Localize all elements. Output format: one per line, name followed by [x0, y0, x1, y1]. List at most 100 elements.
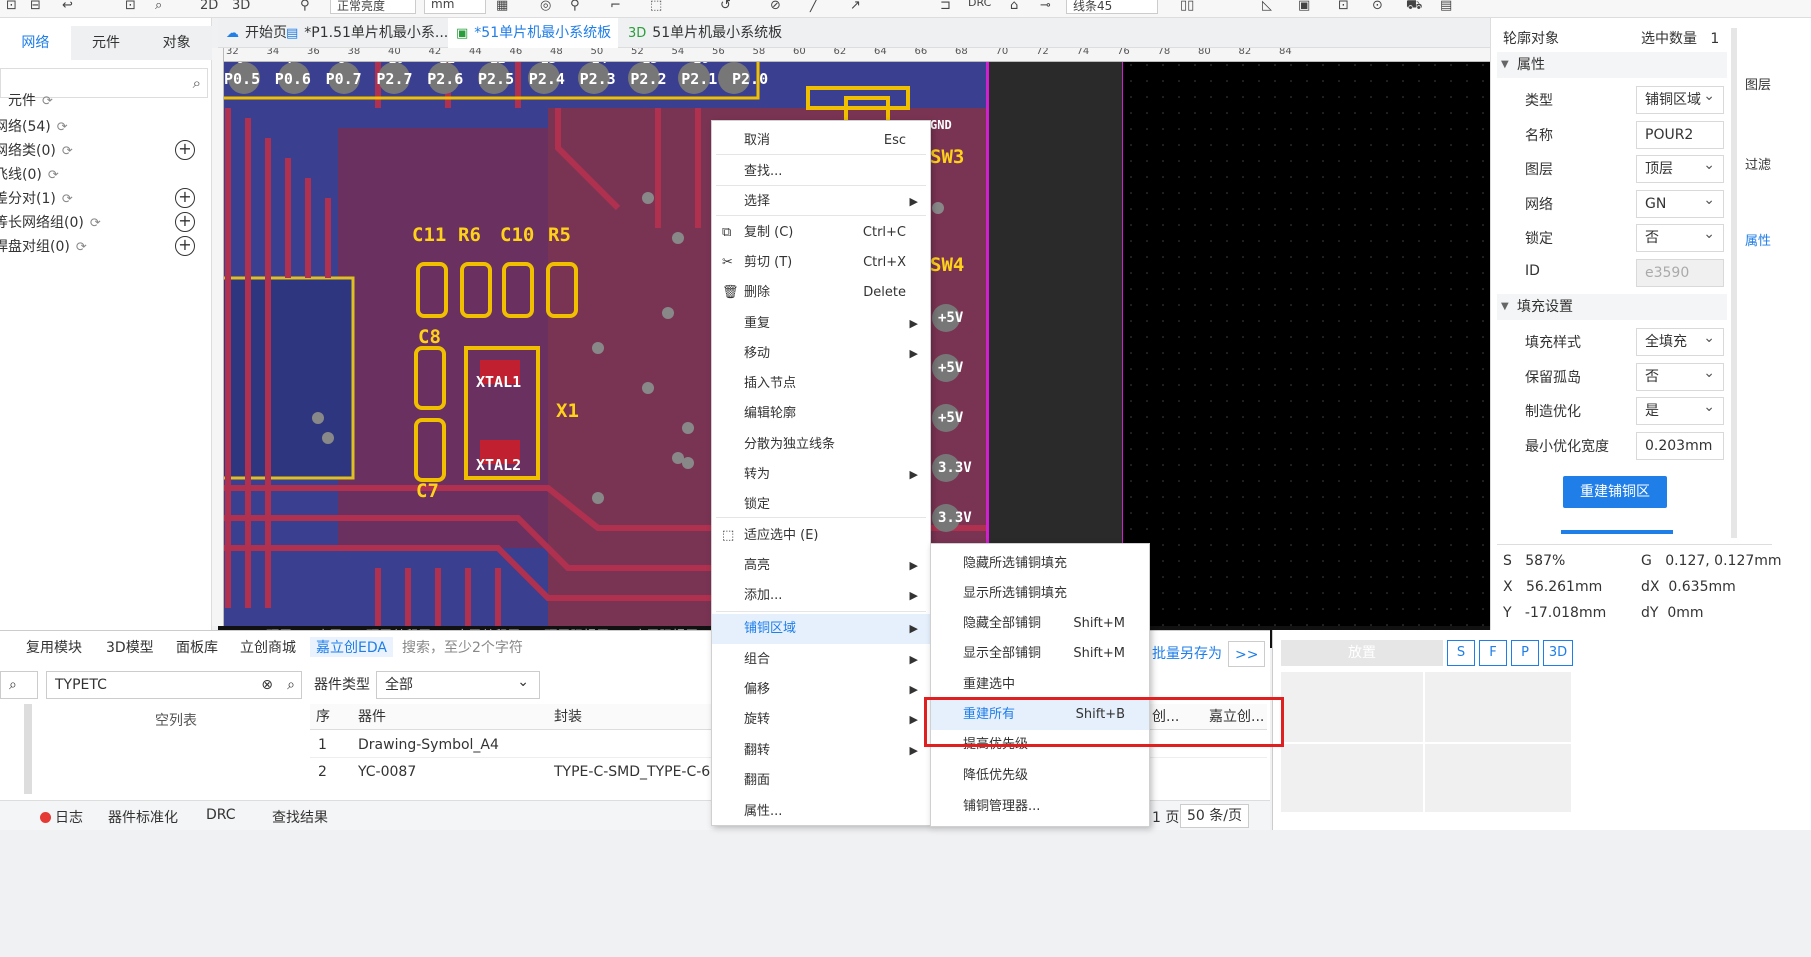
search-icon[interactable]: ⌕ [193, 74, 201, 92]
tag-icon[interactable]: ⌂ [1010, 0, 1018, 13]
tab-reuse-module[interactable]: 复用模块 [26, 637, 82, 657]
refresh-icon[interactable]: ⟳ [48, 168, 59, 183]
drc-button[interactable]: DRC [968, 0, 991, 9]
add-length-group-icon[interactable]: + [175, 212, 195, 232]
select-icon[interactable]: ⬚ [650, 0, 662, 13]
tab-3d-model[interactable]: 3D模型 [106, 637, 154, 657]
import-icon[interactable]: ⊡ [1338, 0, 1349, 13]
refresh-icon[interactable]: ⟳ [57, 120, 68, 135]
left-scrollbar[interactable] [24, 704, 32, 794]
section-properties[interactable]: 属性 [1497, 52, 1727, 78]
tab-standardize[interactable]: 器件标准化 [108, 807, 178, 827]
menu-item[interactable]: 偏移 ▶ [712, 675, 930, 705]
submenu-item[interactable]: 显示所选铺铜填充 [931, 579, 1149, 609]
menu-item[interactable]: 编辑轮廓 [712, 399, 930, 429]
view-3d-button[interactable]: 3D [232, 0, 250, 13]
menu-item[interactable]: 组合 ▶ [712, 645, 930, 675]
property-field[interactable]: 顶层 [1636, 152, 1724, 183]
arrow-icon[interactable]: ↗ [850, 0, 861, 13]
undo-icon[interactable]: ↩ [62, 0, 73, 13]
tab-object[interactable]: 对象 [141, 26, 212, 60]
refresh-icon[interactable]: ⟳ [42, 94, 53, 109]
view-3d-button[interactable]: 3D [1543, 640, 1573, 666]
folder-icon[interactable]: ⊡ [6, 0, 17, 13]
no-icon[interactable]: ⊘ [770, 0, 781, 13]
view-p-button[interactable]: P [1511, 640, 1539, 666]
submenu-item[interactable]: 铺铜管理器... [931, 792, 1149, 822]
menu-item[interactable]: 移动 ▶ [712, 339, 930, 369]
page-size-select[interactable]: 50 条/页 [1180, 804, 1249, 828]
pin-icon[interactable]: ⚲ [570, 0, 580, 13]
column-header-footprint[interactable]: 封装 [546, 704, 716, 730]
place-button[interactable]: 放置 [1281, 640, 1443, 666]
tab-pcb[interactable]: ▣ *51单片机最小系统板 [448, 18, 618, 48]
submenu-item[interactable]: 降低优先级 [931, 761, 1149, 791]
refresh-icon[interactable]: ⟳ [90, 216, 101, 231]
side-tab-layers[interactable]: 图层 [1743, 78, 1773, 94]
tab-net[interactable]: 网络 [0, 26, 71, 60]
route-icon[interactable]: ⌐ [610, 0, 621, 13]
menu-item[interactable]: 适应选中 (E) ⬚ [712, 521, 930, 551]
menu-item[interactable]: 旋转 ▶ [712, 705, 930, 735]
library-search-input[interactable]: TYPETC ⊗ ⌕ [46, 671, 302, 699]
section-fill-settings[interactable]: 填充设置 [1497, 294, 1727, 320]
row-1-device[interactable]: Drawing-Symbol_A4 [358, 732, 499, 758]
tree-item-length-groups[interactable]: 等长网络组(0) ⟳ [0, 212, 101, 234]
tab-find-results[interactable]: 查找结果 [272, 807, 328, 827]
search-area-icon[interactable]: ⌕ [155, 0, 162, 13]
menu-item[interactable]: 插入节点 [712, 369, 930, 399]
column-header-index[interactable]: 序 [310, 704, 350, 730]
property-field[interactable]: 全填充 [1636, 325, 1724, 356]
menu-item[interactable]: 复制 (C) ⧉ Ctrl+C [712, 218, 930, 248]
cart-icon[interactable]: ⛟ [1406, 0, 1422, 15]
zoom-icon[interactable]: ⊡ [125, 0, 136, 13]
tree-item-pad-pairs[interactable]: 焊盘对组(0) ⟳ [0, 236, 87, 258]
menu-item[interactable]: 高亮 ▶ [712, 551, 930, 581]
menu-item[interactable]: 翻面 [712, 766, 930, 796]
side-tab-properties[interactable]: 属性 [1743, 228, 1773, 288]
menu-item[interactable]: 添加... ▶ [712, 581, 930, 611]
property-field[interactable]: 否 [1636, 360, 1724, 391]
refresh-icon[interactable]: ⟳ [76, 240, 87, 255]
menu-item[interactable]: 铺铜区域 ▶ [712, 614, 930, 644]
menu-item[interactable]: 删除 🗑 Delete [712, 278, 930, 308]
add-pad-pair-icon[interactable]: + [175, 236, 195, 256]
view-f-button[interactable]: F [1479, 640, 1507, 666]
property-field[interactable]: 是 [1636, 394, 1724, 425]
add-diff-pair-icon[interactable]: + [175, 188, 195, 208]
tab-jlc-eda[interactable]: 嘉立创EDA [310, 637, 393, 657]
submenu-item[interactable]: 显示全部铺铜 Shift+M [931, 639, 1149, 669]
tree-item-ratlines[interactable]: 飞线(0) ⟳ [0, 164, 59, 186]
property-field[interactable]: 铺铜区域 [1636, 83, 1724, 114]
tab-log[interactable]: 日志 [40, 807, 83, 827]
property-field[interactable]: POUR2 [1636, 120, 1724, 149]
menu-item[interactable]: 分散为独立线条 [712, 430, 930, 460]
search-icon[interactable]: ⌕ [287, 672, 295, 698]
menu-item[interactable]: 选择 ▶ [712, 187, 930, 217]
image-icon[interactable]: ▣ [1298, 0, 1310, 13]
row-2-footprint[interactable]: TYPE-C-SMD_TYPE-C-6P [554, 759, 719, 785]
save-icon[interactable]: ⊟ [30, 0, 41, 13]
refresh-icon[interactable]: ⟳ [62, 192, 73, 207]
connect-icon[interactable]: ⊸ [1040, 0, 1051, 13]
view-s-button[interactable]: S [1447, 640, 1475, 666]
menu-item[interactable]: 转为 ▶ [712, 460, 930, 490]
submenu-item[interactable]: 重建选中 [931, 670, 1149, 700]
side-tab-filter[interactable]: 过滤 [1743, 158, 1773, 174]
person-icon[interactable]: ⚲ [300, 0, 310, 13]
measure-icon[interactable]: ◺ [1262, 0, 1272, 13]
tree-item-components[interactable]: 元件 ⟳ [8, 90, 53, 112]
tree-item-net-classes[interactable]: 网络类(0) ⟳ [0, 140, 73, 162]
tab-drc[interactable]: DRC [206, 807, 236, 823]
tab-lcsc-mall[interactable]: 立创商城 [240, 637, 296, 657]
box-icon[interactable]: ⊐ [940, 0, 951, 13]
unit-select[interactable]: mm [424, 0, 486, 14]
left-search-button[interactable]: ⌕ [0, 671, 38, 699]
category-select[interactable]: 全部 ⌄ [376, 671, 540, 699]
target-icon[interactable]: ◎ [540, 0, 551, 13]
bom-icon[interactable]: ▤ [1440, 0, 1452, 13]
menu-item[interactable]: 属性... [712, 797, 930, 827]
scrollbar[interactable] [1731, 28, 1737, 538]
tab-3d[interactable]: 3D 51单片机最小系统板 [620, 18, 800, 48]
tab-panel-library[interactable]: 面板库 [176, 637, 218, 657]
